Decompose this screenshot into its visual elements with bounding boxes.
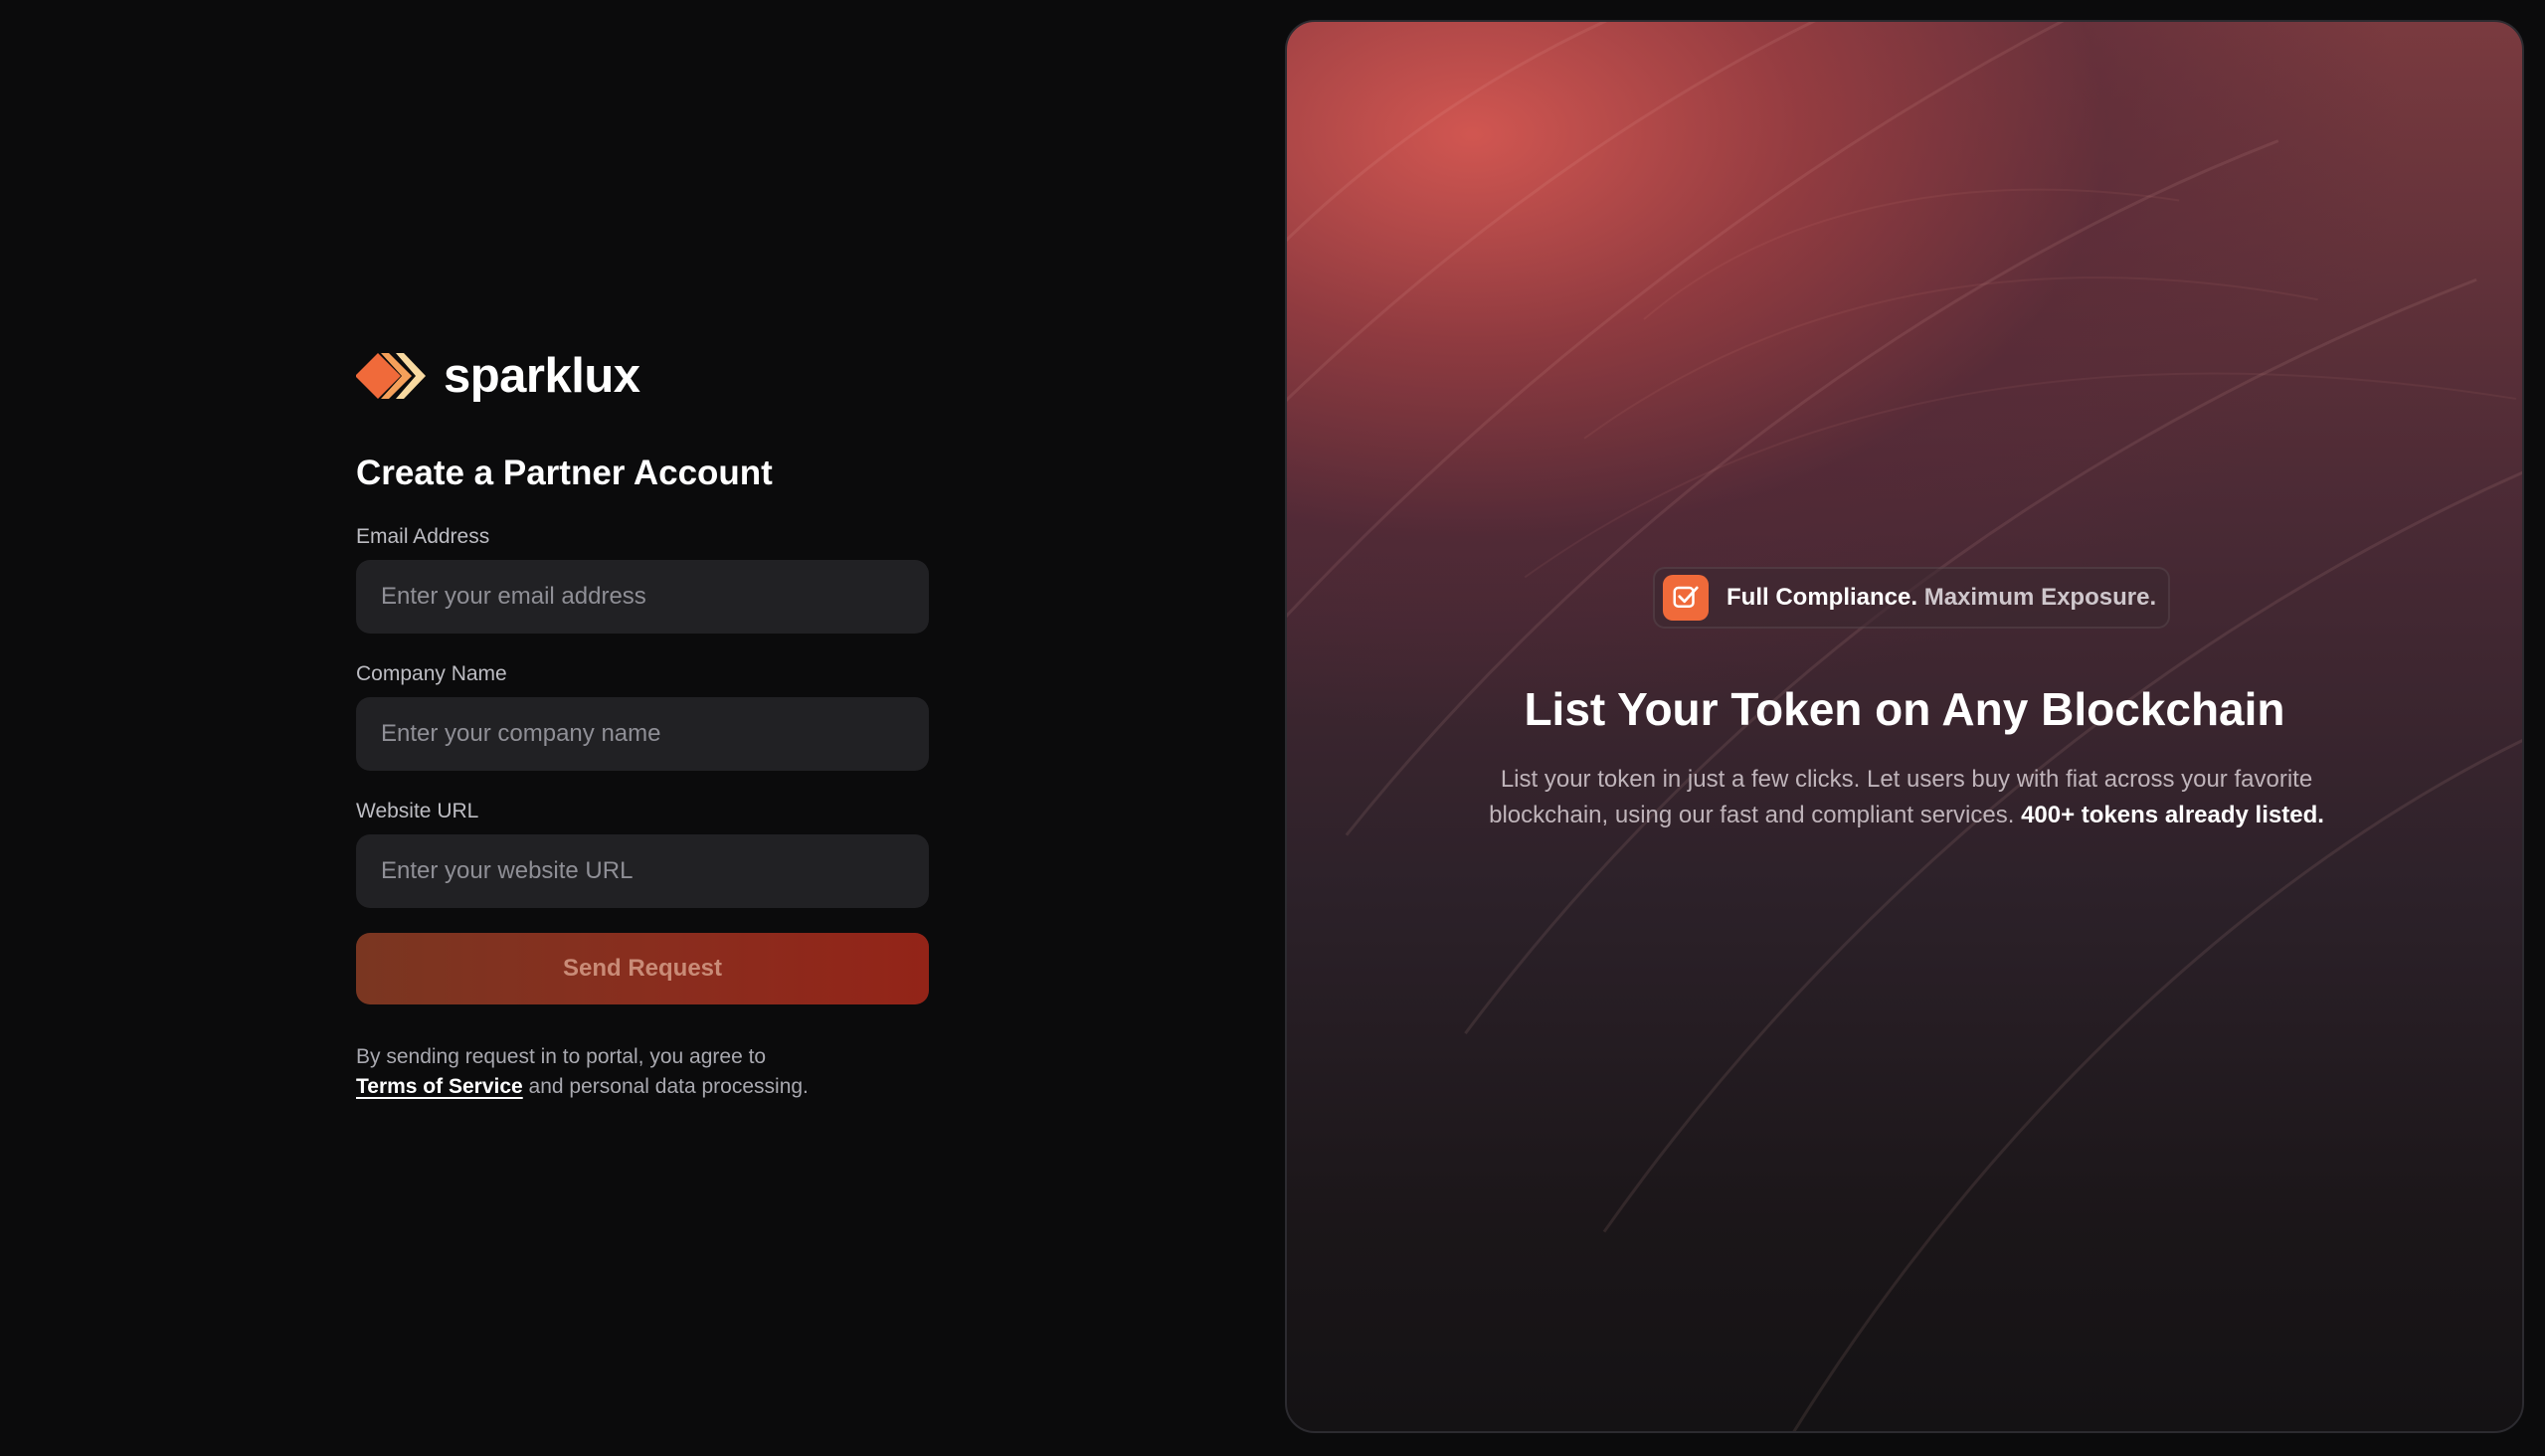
legal-prefix: By sending request in to portal, you agr…	[356, 1045, 767, 1068]
legal-suffix: and personal data processing.	[522, 1075, 809, 1098]
checkbox-icon	[1663, 575, 1709, 621]
company-name-label: Company Name	[356, 662, 507, 685]
brand-name: sparklux	[444, 348, 640, 403]
badge-strong-text: Full Compliance.	[1727, 584, 1918, 611]
hero-title: List Your Token on Any Blockchain	[1524, 683, 2285, 735]
hero-description: List your token in just a few clicks. Le…	[1446, 762, 2367, 833]
terms-of-service-link[interactable]: Terms of Service	[356, 1075, 523, 1098]
legal-notice: By sending request in to portal, you agr…	[356, 1042, 929, 1102]
hero-highlight: 400+ tokens already listed.	[2021, 802, 2324, 828]
send-request-button[interactable]: Send Request	[356, 933, 929, 1004]
badge-soft-text: Maximum Exposure.	[1923, 584, 2157, 611]
compliance-badge: Full Compliance. Maximum Exposure.	[1653, 567, 2171, 629]
check-square-icon	[1673, 586, 1699, 608]
logo: sparklux	[356, 346, 929, 406]
website-url-label: Website URL	[356, 800, 479, 822]
email-label: Email Address	[356, 525, 490, 548]
website-url-input[interactable]	[356, 834, 929, 908]
sparklux-logo-icon	[356, 353, 426, 399]
company-name-input[interactable]	[356, 697, 929, 771]
form-title: Create a Partner Account	[356, 454, 773, 492]
signup-form: sparklux Create a Partner Account Email …	[356, 346, 929, 1102]
hero-panel: Full Compliance. Maximum Exposure. List …	[1285, 20, 2524, 1433]
partner-signup-page: sparklux Create a Partner Account Email …	[0, 0, 2545, 1456]
email-input[interactable]	[356, 560, 929, 634]
